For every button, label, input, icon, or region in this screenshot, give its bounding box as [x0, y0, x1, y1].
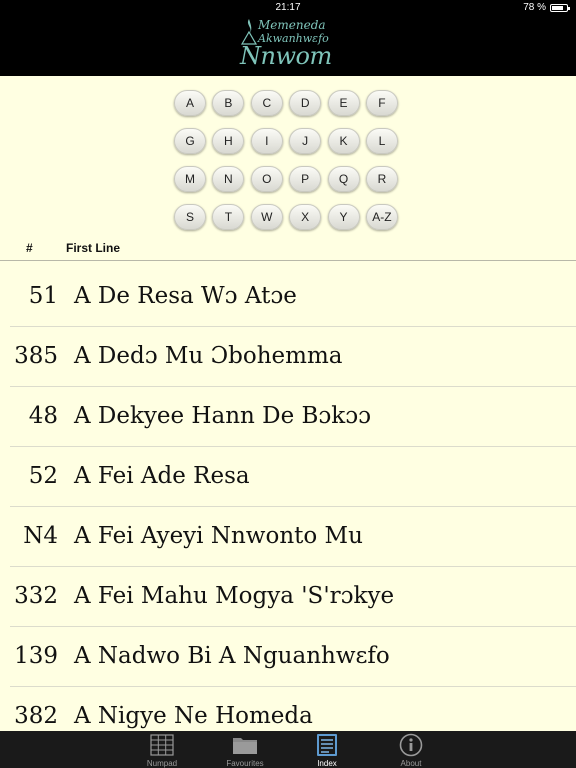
letter-row: G H I J K L	[174, 128, 398, 154]
logo-line-1: Memeneda	[258, 18, 326, 32]
book-icon	[315, 733, 339, 757]
hymn-first-line: A Nigye Ne Homeda	[74, 703, 313, 729]
letter-row: S T W X Y A-Z	[174, 204, 398, 230]
letter-button-f[interactable]: F	[365, 90, 398, 116]
battery-status: 78 %	[523, 2, 570, 13]
battery-icon	[550, 3, 570, 12]
hymn-first-line: A Fei Mahu Mogya 'S'rɔkye	[74, 583, 395, 609]
hymn-first-line: A Dekyee Hann De Bɔkɔɔ	[74, 403, 371, 429]
letter-button-a[interactable]: A	[174, 90, 206, 116]
hymn-row[interactable]: 139 A Nadwo Bi A Nguanhwɛfo	[0, 627, 576, 687]
letter-button-x[interactable]: X	[289, 204, 322, 230]
tab-about[interactable]: About	[381, 731, 441, 768]
tab-favourites[interactable]: Favourites	[215, 731, 275, 768]
letter-button-c[interactable]: C	[250, 90, 283, 116]
letter-button-r[interactable]: R	[365, 166, 398, 192]
tab-label: Index	[317, 759, 337, 768]
hymn-row[interactable]: 385 A Dedɔ Mu Ɔbohemma	[0, 327, 576, 387]
letter-button-t[interactable]: T	[212, 204, 245, 230]
letter-button-m[interactable]: M	[174, 166, 206, 192]
letter-button-h[interactable]: H	[212, 128, 245, 154]
letter-button-k[interactable]: K	[327, 128, 360, 154]
letter-button-p[interactable]: P	[289, 166, 322, 192]
app-header: Memeneda Akwanhwɛfo Nnwom	[0, 14, 576, 76]
column-headers: # First Line	[0, 240, 576, 260]
letter-row: M N O P Q R	[174, 166, 398, 192]
hymn-number: 385	[14, 343, 58, 369]
battery-percent: 78 %	[523, 2, 546, 13]
folder-icon	[232, 733, 258, 757]
letter-button-w[interactable]: W	[250, 204, 283, 230]
letter-button-b[interactable]: B	[212, 90, 245, 116]
column-header-first-line[interactable]: First Line	[66, 241, 120, 255]
info-icon	[399, 733, 423, 757]
letter-button-d[interactable]: D	[289, 90, 322, 116]
hymn-number: 52	[28, 463, 58, 489]
hymn-number: 139	[14, 643, 58, 669]
letter-button-e[interactable]: E	[327, 90, 360, 116]
tab-numpad[interactable]: Numpad	[132, 731, 192, 768]
tab-index[interactable]: Index	[297, 731, 357, 768]
letter-row: A B C D E F	[174, 90, 398, 116]
letter-button-s[interactable]: S	[174, 204, 206, 230]
hymn-first-line: A De Resa Wɔ Atɔe	[74, 283, 297, 309]
letter-button-y[interactable]: Y	[327, 204, 360, 230]
letter-button-i[interactable]: I	[250, 128, 283, 154]
letter-button-q[interactable]: Q	[327, 166, 360, 192]
hymn-number: 382	[14, 703, 58, 729]
column-header-number[interactable]: #	[26, 241, 33, 255]
numpad-icon	[150, 733, 174, 757]
hymn-first-line: A Dedɔ Mu Ɔbohemma	[74, 343, 343, 369]
hymn-first-line: A Fei Ade Resa	[74, 463, 250, 489]
hymn-number: 48	[28, 403, 58, 429]
hymn-first-line: A Nadwo Bi A Nguanhwɛfo	[74, 643, 390, 669]
logo-line-3: Nnwom	[240, 42, 332, 70]
tab-bar: Numpad Favourites Index About	[0, 731, 576, 768]
status-time: 21:17	[275, 2, 301, 13]
letter-button-g[interactable]: G	[174, 128, 206, 154]
letter-button-j[interactable]: J	[289, 128, 322, 154]
hymn-row[interactable]: 48 A Dekyee Hann De Bɔkɔɔ	[0, 387, 576, 447]
hymn-number: 332	[14, 583, 58, 609]
hymn-row[interactable]: 51 A De Resa Wɔ Atɔe	[0, 267, 576, 327]
tab-label: Favourites	[226, 759, 264, 768]
hymn-row[interactable]: 332 A Fei Mahu Mogya 'S'rɔkye	[0, 567, 576, 627]
hymn-row[interactable]: N4 A Fei Ayeyi Nnwonto Mu	[0, 507, 576, 567]
letter-button-all[interactable]: A-Z	[365, 204, 398, 230]
letter-index-grid: A B C D E F G H I J K L M N O P Q R S T …	[174, 90, 398, 242]
tab-label: About	[400, 759, 422, 768]
tab-label: Numpad	[146, 759, 178, 768]
header-divider	[0, 260, 576, 261]
hymn-row[interactable]: 52 A Fei Ade Resa	[0, 447, 576, 507]
letter-button-n[interactable]: N	[212, 166, 245, 192]
hymn-number: N4	[23, 523, 58, 549]
hymn-list[interactable]: 51 A De Resa Wɔ Atɔe 385 A Dedɔ Mu Ɔbohe…	[0, 267, 576, 747]
status-bar: 21:17 78 %	[0, 0, 576, 14]
letter-button-o[interactable]: O	[250, 166, 283, 192]
hymn-number: 51	[28, 283, 58, 309]
app-logo: Memeneda Akwanhwɛfo Nnwom	[236, 16, 340, 74]
letter-button-l[interactable]: L	[365, 128, 398, 154]
hymn-first-line: A Fei Ayeyi Nnwonto Mu	[74, 523, 363, 549]
